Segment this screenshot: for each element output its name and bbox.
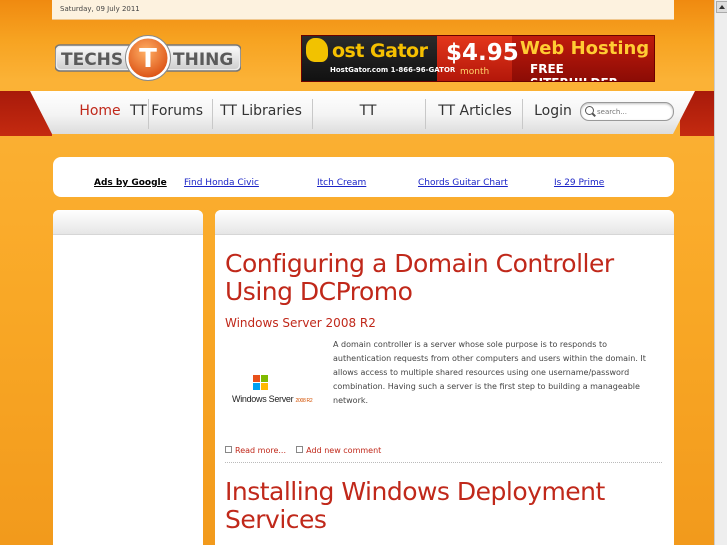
banner-headline: Web Hosting — [520, 38, 650, 59]
nav-divider — [522, 99, 523, 129]
nav-tt-articles[interactable]: TT Articles — [431, 91, 519, 134]
banner-per: month — [460, 67, 490, 77]
nav-divider — [425, 99, 426, 129]
hostgator-banner-ad[interactable]: ost Gator HostGator.com 1-866-96-GATOR $… — [301, 35, 655, 82]
gator-mascot-icon — [306, 38, 328, 62]
article-divider — [225, 462, 662, 463]
ad-link[interactable]: Chords Guitar Chart — [418, 178, 508, 188]
current-date: Saturday, 09 July 2011 — [60, 5, 140, 13]
nav-tt-libraries[interactable]: TT Libraries — [219, 91, 303, 134]
article-body: A domain controller is a server whose so… — [333, 340, 646, 405]
windows-server-version: 2008 R2 — [295, 398, 313, 404]
main-navigation: Home TT Forums TT Libraries TT Community… — [0, 91, 727, 136]
add-comment-link[interactable]: Add new comment — [306, 446, 381, 455]
search-input[interactable] — [595, 104, 673, 120]
sidebar — [53, 210, 203, 545]
comment-icon — [296, 446, 304, 453]
ads-strip: Ads by Google Find Honda Civic Itch Crea… — [91, 178, 637, 190]
ad-link[interactable]: Is 29 Prime — [554, 178, 604, 188]
search-box[interactable] — [580, 102, 674, 121]
nav-divider — [212, 99, 213, 129]
vertical-scrollbar[interactable] — [714, 0, 727, 545]
techs-thing-logo[interactable]: TECHS T THING — [55, 35, 241, 81]
article-subtitle: Windows Server 2008 R2 — [225, 316, 376, 330]
nav-tt-forums[interactable]: TT Forums — [119, 91, 214, 134]
logo-text-mid: T — [139, 44, 157, 74]
logo-text-left: TECHS — [61, 50, 123, 70]
date-bar: Saturday, 09 July 2011 — [52, 0, 674, 20]
sidebar-header — [53, 210, 203, 235]
banner-subline: FREE SITEBUILDER — [530, 62, 618, 81]
banner-price: $4.95 — [446, 40, 519, 66]
google-ads-box: Ads by Google Find Honda Civic Itch Crea… — [53, 157, 674, 197]
nav-divider — [312, 99, 313, 129]
content-header — [215, 210, 674, 235]
search-icon — [585, 106, 594, 115]
ad-link[interactable]: Itch Cream — [317, 178, 366, 188]
windows-flag-icon — [253, 375, 269, 391]
ad-link[interactable]: Find Honda Civic — [184, 178, 259, 188]
read-more-icon — [225, 446, 232, 453]
read-more-link[interactable]: Read more... — [235, 446, 286, 455]
windows-server-logo: Windows Server 2008 R2 — [232, 373, 332, 409]
scroll-up-arrow-icon[interactable] — [716, 1, 727, 13]
article-title[interactable]: Installing Windows Deployment Services — [225, 478, 670, 534]
nav-login[interactable]: Login — [528, 91, 578, 134]
ads-by-google-label[interactable]: Ads by Google — [94, 178, 167, 188]
windows-server-text: Windows Server — [232, 394, 294, 404]
nav-tt-community[interactable]: TT Community — [317, 91, 419, 134]
logo-text-right: THING — [173, 50, 233, 70]
banner-phone: HostGator.com 1-866-96-GATOR — [330, 66, 456, 74]
banner-brand: ost Gator — [332, 40, 428, 62]
article-links: Read more... Add new comment — [225, 446, 381, 455]
article-title[interactable]: Configuring a Domain Controller Using DC… — [225, 250, 670, 306]
main-content: Configuring a Domain Controller Using DC… — [215, 210, 674, 545]
